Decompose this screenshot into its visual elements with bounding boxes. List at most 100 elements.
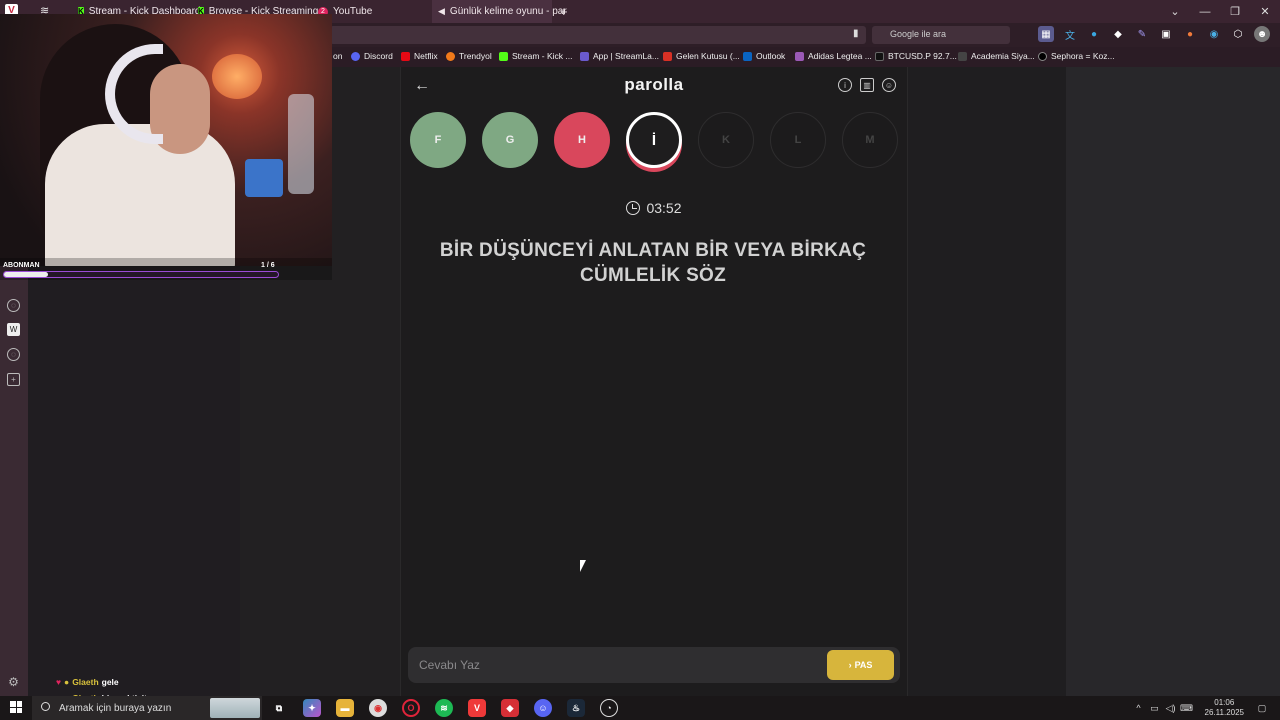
bookmark-item[interactable]: Adidas Legtea ... (795, 51, 872, 61)
task-view-icon[interactable]: ⧉ (270, 699, 288, 717)
academia-icon (958, 51, 967, 61)
speaker-icon[interactable]: ◀ (438, 6, 445, 17)
bookmark-label: on (333, 51, 343, 61)
bookmark-item[interactable]: Stream - Kick ... (499, 51, 572, 61)
taskbar-clock[interactable]: 01:06 26.11.2025 (1205, 698, 1244, 718)
sub-goal-progress (3, 271, 279, 278)
network-icon[interactable]: ▭ (1147, 703, 1163, 714)
opera-icon[interactable]: O (402, 699, 420, 717)
game-header: ← parolla i ▥ ☺ (400, 70, 908, 102)
notifications-icon[interactable]: ▢ (1254, 703, 1270, 714)
url-field[interactable] (330, 26, 866, 44)
bookmark-item[interactable]: Academia Siya... (958, 51, 1035, 61)
chat-username[interactable]: Glaeth (72, 677, 98, 687)
diamond-extension-icon[interactable]: ◆ (1110, 26, 1126, 42)
discord-icon (351, 51, 360, 61)
file-explorer-icon[interactable]: ▬ (336, 699, 354, 717)
right-panel (1066, 67, 1280, 696)
profile-icon[interactable]: ☺ (882, 78, 896, 92)
add-panel-icon[interactable]: + (7, 373, 20, 386)
bookmark-item[interactable]: Discord (351, 51, 393, 61)
stats-icon[interactable]: ▥ (860, 78, 874, 92)
shield-extension-icon[interactable]: ⬡ (1230, 26, 1246, 42)
profile-avatar-icon[interactable]: ☻ (1254, 26, 1270, 42)
translate-extension-icon[interactable]: 文 (1062, 26, 1078, 42)
answer-input[interactable] (408, 647, 818, 683)
bookmark-item[interactable]: Sephora = Koz... (1038, 51, 1115, 61)
sub-badge-icon: ● (64, 677, 70, 687)
steam-icon[interactable]: ♨ (567, 699, 585, 717)
webcam-overlay (0, 14, 332, 266)
discord-taskbar-icon[interactable]: ☺ (534, 699, 552, 717)
clock-date: 26.11.2025 (1204, 708, 1244, 717)
bookmark-label: Stream - Kick ... (512, 51, 573, 61)
header-actions: i ▥ ☺ (838, 78, 896, 92)
twitch-extension-icon[interactable]: ▣ (1158, 26, 1174, 42)
bookmark-item[interactable]: Outlook (743, 51, 785, 61)
chat-message: ♥ ● Glaeth gele (56, 677, 119, 687)
window-controls: ⌄ — ❐ ✕ (1160, 0, 1280, 23)
gmail-icon (663, 51, 672, 61)
search-icon (41, 702, 50, 711)
bookmark-item[interactable]: App | StreamLa... (580, 51, 659, 61)
chat-panel (28, 267, 240, 696)
bookmark-label: Adidas Legtea ... (808, 51, 872, 61)
bookmark-item[interactable]: on (333, 51, 342, 61)
search-field[interactable]: Google ile ara (872, 26, 1010, 44)
letter-circle: M (842, 112, 898, 168)
broadcast-extension-icon[interactable]: ◉ (1206, 26, 1222, 42)
fox-extension-icon[interactable]: ● (1182, 26, 1198, 42)
wikipedia-icon[interactable]: W (7, 323, 20, 336)
system-tray: ^ ▭ ◁) ⌨ 01:06 26.11.2025 ▢ (1131, 696, 1280, 720)
obs-icon[interactable]: ◔ (600, 699, 618, 717)
volume-icon[interactable]: ◁) (1163, 703, 1179, 714)
bookmark-item[interactable]: Trendyol (446, 51, 492, 61)
bookmark-item[interactable]: Gelen Kutusu (... (663, 51, 740, 61)
letter-circle: G (482, 112, 538, 168)
timer-value: 03:52 (646, 200, 682, 216)
drop-extension-icon[interactable]: ● (1086, 26, 1102, 42)
settings-gear-icon[interactable]: ⚙ (7, 675, 20, 689)
kick-icon (499, 51, 508, 61)
bookmark-item[interactable]: BTCUSD.P 92.7... (875, 51, 957, 61)
bookmark-label: App | StreamLa... (593, 51, 659, 61)
keyboard-icon[interactable]: ⌨ (1179, 703, 1195, 714)
taskbar-apps: ⧉ ✦ ▬ ◉ O ≋ V ◆ ☺ ♨ ◔ (270, 699, 618, 717)
current-letter-circle: İ (626, 112, 682, 168)
bookmark-label: Trendyol (459, 51, 492, 61)
bookmark-label: Gelen Kutusu (... (676, 51, 740, 61)
trendyol-icon (446, 51, 455, 61)
bookmark-label: BTCUSD.P 92.7... (888, 51, 957, 61)
windows-start-icon[interactable] (10, 701, 22, 713)
answer-bar: › PAS (408, 647, 900, 683)
tab-list-icon[interactable]: ⌄ (1160, 0, 1190, 23)
vivaldi-icon[interactable]: V (468, 699, 486, 717)
question-text: BİR DÜŞÜNCEYİ ANLATAN BİR VEYA BİRKAÇ CÜ… (439, 240, 867, 286)
new-tab-button[interactable]: + (560, 0, 568, 23)
bookmark-label: Academia Siya... (971, 51, 1035, 61)
extensions-bar: ▦ 文 ● ◆ ✎ ▣ ● ◉ ⬡ ☻ (1038, 26, 1270, 42)
spotify-icon[interactable]: ≋ (435, 699, 453, 717)
adidas-icon (795, 51, 804, 61)
bookmark-icon[interactable]: ▮ (853, 28, 859, 39)
pen-extension-icon[interactable]: ✎ (1134, 26, 1150, 42)
minimize-icon[interactable]: — (1190, 0, 1220, 23)
restore-icon[interactable]: ❐ (1220, 0, 1250, 23)
letter-circle: H (554, 112, 610, 168)
tab-label: Günlük kelime oyunu - par (449, 6, 567, 17)
tab-parolla[interactable]: ◀ Günlük kelime oyunu - par (432, 0, 567, 23)
calendar-extension-icon[interactable]: ▦ (1038, 26, 1054, 42)
globe-icon[interactable]: ◌ (7, 348, 20, 361)
copilot-icon[interactable]: ✦ (303, 699, 321, 717)
anydesk-icon[interactable]: ◆ (501, 699, 519, 717)
tab-youtube[interactable]: 2 YouTube (318, 0, 428, 23)
chrome-icon[interactable]: ◉ (369, 699, 387, 717)
close-icon[interactable]: ✕ (1250, 0, 1280, 23)
water-bottle (288, 94, 314, 194)
tray-chevron-icon[interactable]: ^ (1131, 703, 1147, 713)
info-icon[interactable]: i (838, 78, 852, 92)
bookmark-label: Discord (364, 51, 393, 61)
pass-button[interactable]: › PAS (827, 650, 894, 680)
bookmark-item[interactable]: Netflix (401, 51, 438, 61)
globe-icon[interactable]: ◌ (7, 299, 20, 312)
